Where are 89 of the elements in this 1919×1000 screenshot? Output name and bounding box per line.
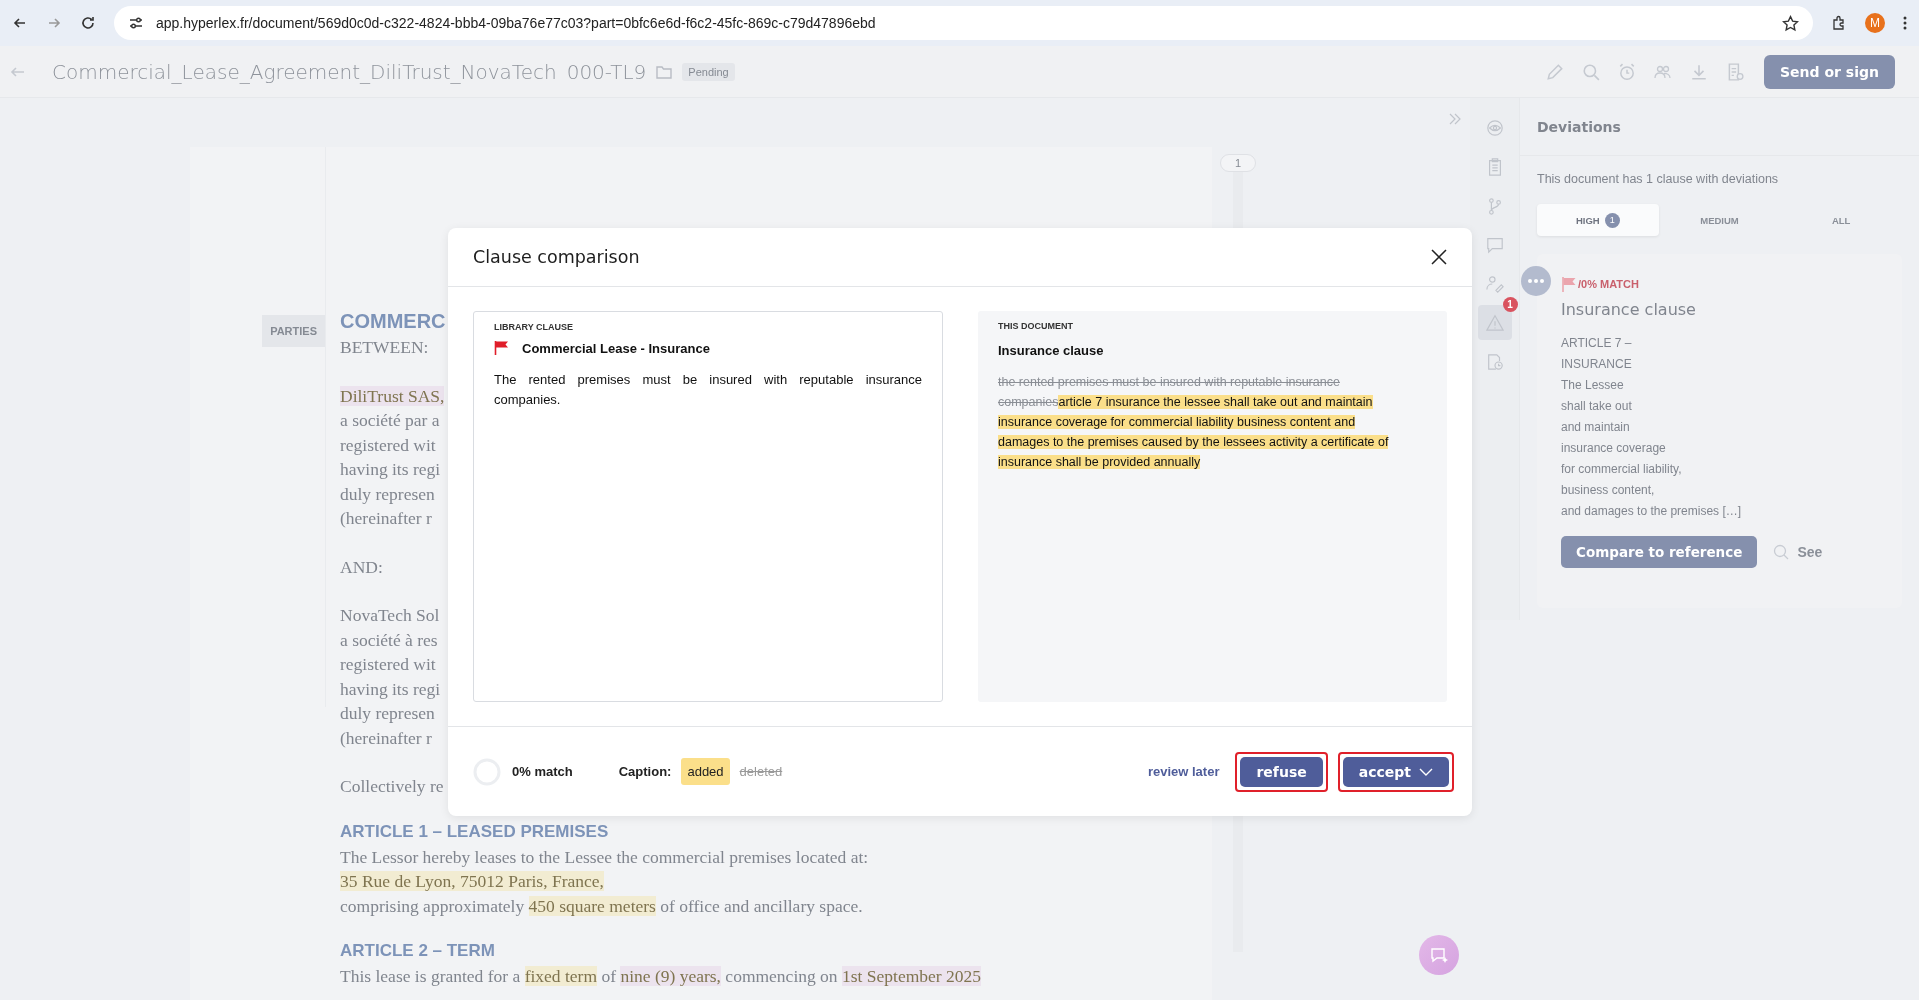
document-line: (hereinafter r <box>340 507 432 530</box>
history-icon <box>1485 352 1504 371</box>
document-line: having its regi <box>340 677 441 701</box>
severity-tab[interactable]: MEDIUM <box>1658 204 1781 236</box>
menu-icon[interactable] <box>1903 15 1907 31</box>
document-line: comprising approximately 450 square meters of office and ancillary space. <box>340 894 863 918</box>
reload-icon[interactable] <box>80 15 96 31</box>
close-icon[interactable] <box>1431 249 1447 265</box>
tab-label: MEDIUM <box>1700 214 1739 226</box>
send-or-sign-button[interactable]: Send or sign <box>1764 54 1895 89</box>
dialog-title: Clause comparison <box>473 247 640 267</box>
flag-icon <box>494 340 510 356</box>
refuse-button[interactable]: refuse <box>1240 756 1323 787</box>
article-heading: ARTICLE 2 – TERM <box>340 940 495 962</box>
chat-sparkle-icon <box>1429 945 1449 965</box>
document-line: (hereinafter r <box>340 726 432 750</box>
deleted-legend: deleted <box>739 764 783 779</box>
document-line: registered wit <box>340 433 436 457</box>
eye-icon <box>1485 118 1504 137</box>
match-label: /0% MATCH <box>1578 278 1639 290</box>
document-line: BETWEEN: <box>340 336 429 359</box>
clause-text: The rented premises must be insured with reputable insurance companies. <box>494 371 922 409</box>
document-line: This lease is granted for a fixed term of nine (9) years, commencing on 1st September 2025 <box>340 965 981 988</box>
search-icon[interactable] <box>1582 62 1601 81</box>
clause-excerpt-line: ARTICLE 7 – <box>1561 335 1633 352</box>
clause-title: Insurance clause <box>998 343 1105 358</box>
page-number[interactable]: 1 <box>1220 154 1257 172</box>
address-bar[interactable]: app.hyperlex.fr/document/569d0c0d-c322-4824-bbb4-09ba76e77c03?part=0bfc6e6d-f6c2-45fc-869c-c79d47896ebd <box>114 6 1813 40</box>
pencil-icon[interactable] <box>1546 62 1565 81</box>
alarm-clock-icon[interactable] <box>1618 62 1637 81</box>
match-percentage: 0% match <box>512 764 573 779</box>
document-line: AND: <box>340 555 383 579</box>
caret-icon <box>1419 767 1433 776</box>
caption-label: Caption: <box>618 764 672 779</box>
deviation-summary: This document has 1 clause with deviations <box>1536 171 1780 186</box>
clause-excerpt-line: and damages to the premises […] <box>1561 503 1743 520</box>
panel-title: Deviations <box>1537 118 1621 135</box>
panel-label: LIBRARY CLAUSE <box>494 322 574 332</box>
count-badge: 1 <box>1604 212 1620 228</box>
warning-icon <box>1485 313 1504 332</box>
document-list-icon[interactable] <box>1726 62 1745 81</box>
clause-excerpt-line: business content, <box>1561 482 1656 499</box>
clause-excerpt-line: and maintain <box>1561 419 1631 436</box>
download-icon[interactable] <box>1690 62 1709 81</box>
document-line: a société à res <box>340 628 438 652</box>
document-line: duly represen <box>340 482 435 506</box>
document-title: Commercial_Lease_Agreement_DiliTrust_NovaTech <box>52 59 557 84</box>
see-link[interactable]: See <box>1797 544 1823 560</box>
document-line: a société par a <box>340 409 440 432</box>
clause-title: Insurance clause <box>1561 300 1697 319</box>
article-heading: ARTICLE 1 – LEASED PREMISES <box>340 820 609 843</box>
double-chevron-icon[interactable] <box>1448 112 1462 126</box>
comment-icon <box>1485 235 1504 254</box>
signer-icon <box>1485 274 1504 293</box>
extensions-icon[interactable] <box>1831 15 1847 31</box>
review-later-link[interactable]: review later <box>1147 764 1220 779</box>
tab-label: HIGH <box>1575 214 1600 226</box>
clause-excerpt-line: The Lessee <box>1561 377 1625 394</box>
tab-label: ALL <box>1831 214 1851 226</box>
flag-icon <box>1561 276 1577 292</box>
document-line: having its regi <box>340 458 441 481</box>
added-legend: added <box>681 758 730 785</box>
clause-diff-text: the rented premises must be insured with reputable insurance companiesarticle 7 insurance the lessee shall take out and maintain insurance coverage for commercial liability business content and damages to the premises caused by the lessees activity a certificate of insurance shall be provided annually <box>998 374 1390 471</box>
panel-label: THIS DOCUMENT <box>998 321 1074 331</box>
url-text: app.hyperlex.fr/document/569d0c0d-c322-4824-bbb4-09ba76e77c03?part=0bfc6e6d-f6c2-45fc-869c-c79d47896ebd <box>156 15 877 31</box>
section-tab[interactable]: PARTIES <box>262 315 325 347</box>
document-line: duly represen <box>340 702 435 725</box>
site-info-icon[interactable] <box>128 15 144 31</box>
search-icon[interactable] <box>1773 544 1790 560</box>
accept-button[interactable]: accept <box>1342 756 1449 787</box>
status-badge: Pending <box>682 62 735 81</box>
severity-tab[interactable]: HIGH 1 <box>1537 204 1659 236</box>
clause-excerpt-line: insurance coverage <box>1561 440 1667 457</box>
clause-excerpt-line: for commercial liability, <box>1561 461 1683 478</box>
compare-to-reference-button[interactable]: Compare to reference <box>1561 536 1758 568</box>
folder-icon[interactable] <box>656 64 673 79</box>
clause-excerpt-line: INSURANCE <box>1561 356 1633 373</box>
profile-avatar[interactable]: M <box>1865 13 1885 33</box>
more-options-icon[interactable] <box>1521 266 1551 296</box>
bookmark-star-icon[interactable] <box>1782 14 1799 32</box>
clause-excerpt-line: shall take out <box>1561 398 1633 415</box>
document-line: NovaTech Sol <box>340 604 440 627</box>
clause-title: Commercial Lease - Insurance <box>522 340 710 356</box>
document-heading: COMMERC <box>340 309 446 334</box>
document-line: registered wit <box>340 653 436 676</box>
document-code: 000-TL9 <box>566 59 647 84</box>
document-line: Collectively re <box>340 775 444 798</box>
severity-tab[interactable]: ALL <box>1780 204 1902 236</box>
document-line: The Lessor hereby leases to the Lessee the commercial premises located at: <box>340 845 869 869</box>
